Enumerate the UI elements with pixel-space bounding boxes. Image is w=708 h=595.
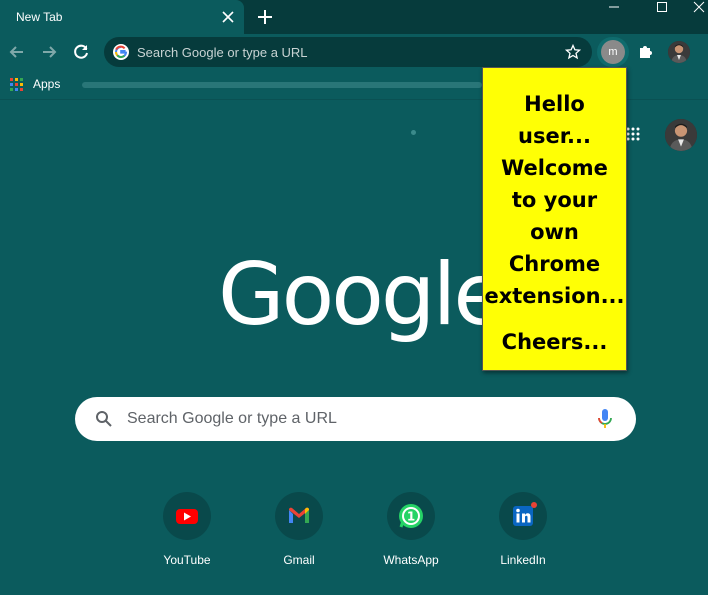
apps-grid-icon[interactable] [10,78,24,92]
search-box[interactable]: Search Google or type a URL [75,397,636,441]
title-bar: New Tab [0,0,708,34]
search-placeholder: Search Google or type a URL [127,410,337,427]
minimize-button[interactable] [594,0,634,14]
bookmark-star-icon[interactable] [565,44,581,60]
shortcut-label: Gmail [283,553,315,567]
back-arrow-icon[interactable] [6,41,28,63]
profile-photo-icon [668,41,690,63]
reload-icon[interactable] [70,41,92,63]
extension-popup: Hello user... Welcome to your own Chrome… [482,67,627,371]
close-window-icon [693,1,705,13]
decorative-dot [411,130,416,135]
close-tab-icon[interactable] [218,7,238,27]
google-g-icon [113,44,129,60]
popup-message: Hello user... Welcome to your own Chrome… [483,88,626,312]
shortcut-icon-circle [499,492,547,540]
forward-arrow-icon[interactable] [38,41,60,63]
shortcut-youtube[interactable]: YouTube [142,492,232,572]
whatsapp-icon: 1 [399,504,423,528]
new-tab-button[interactable] [255,7,275,27]
shortcut-icon-circle [275,492,323,540]
popup-line: Chrome [508,252,601,276]
search-icon [96,411,112,427]
shortcut-linkedin[interactable]: LinkedIn [478,492,568,572]
maximize-button[interactable] [642,0,682,14]
shortcut-whatsapp[interactable]: 1 WhatsApp [366,492,456,572]
google-logo: Google [218,245,506,345]
gmail-icon [289,507,309,523]
apps-bookmark-label[interactable]: Apps [33,77,60,91]
popup-line: Hello [524,92,585,116]
account-avatar[interactable] [665,119,697,151]
popup-line: user... [518,124,591,148]
shortcut-gmail[interactable]: Gmail [254,492,344,572]
popup-line: extension... [484,284,625,308]
address-bar[interactable]: Search Google or type a URL [104,37,592,67]
minimize-icon [609,6,619,8]
redacted-bookmarks [82,82,482,88]
microphone-icon[interactable] [597,408,613,430]
extensions-puzzle-icon[interactable] [636,42,656,62]
profile-avatar[interactable] [668,41,690,63]
popup-line: to your [511,188,598,212]
linkedin-icon [513,502,537,526]
youtube-icon [176,509,198,524]
google-apps-icon[interactable] [626,127,640,141]
shortcut-icon-circle [163,492,211,540]
toolbar: Search Google or type a URL m [0,34,708,70]
account-photo-icon [665,119,697,151]
shortcut-label: WhatsApp [383,553,439,567]
svg-text:1: 1 [407,510,415,524]
extension-m-button[interactable]: m [601,40,625,64]
tab-new-tab[interactable]: New Tab [0,0,244,34]
shortcut-label: LinkedIn [500,553,546,567]
popup-closing: Cheers... [501,330,608,354]
popup-line: own [530,220,579,244]
tab-title: New Tab [16,10,63,24]
shortcut-icon-circle: 1 [387,492,435,540]
maximize-icon [657,2,667,12]
close-window-button[interactable] [690,0,708,14]
popup-line: Welcome [501,156,608,180]
address-bar-placeholder: Search Google or type a URL [137,45,308,60]
shortcut-label: YouTube [163,553,211,567]
